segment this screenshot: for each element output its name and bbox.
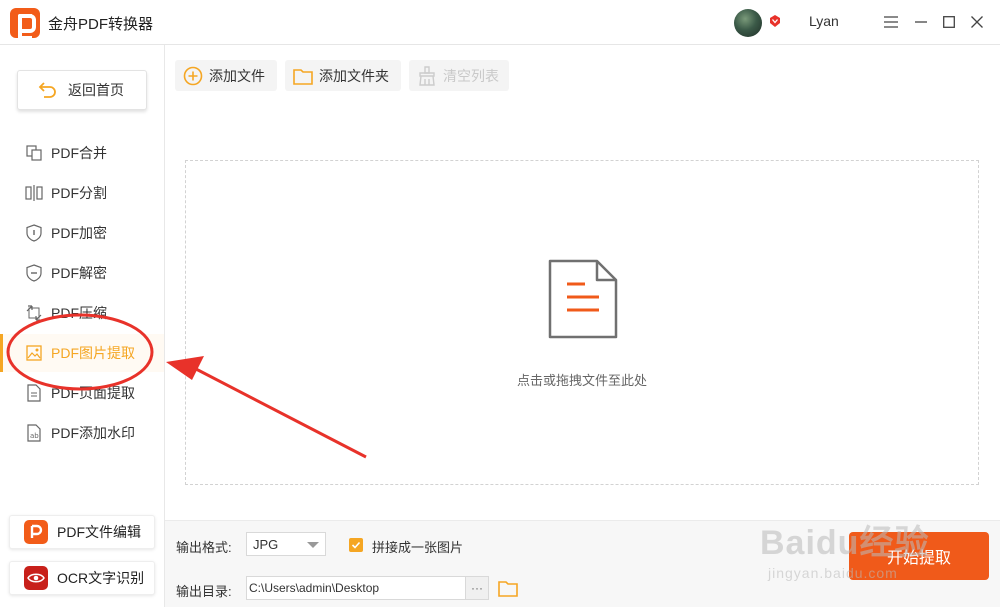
- shield-lock-icon: [25, 224, 43, 242]
- sidebar-item-label: PDF图片提取: [51, 345, 135, 361]
- start-extract-button[interactable]: 开始提取: [849, 532, 989, 580]
- app-title: 金舟PDF转换器: [48, 16, 154, 33]
- compress-icon: [25, 304, 43, 322]
- output-format-value: JPG: [253, 536, 279, 552]
- avatar[interactable]: [734, 9, 762, 37]
- back-home-label: 返回首页: [68, 82, 124, 98]
- sidebar-item-merge[interactable]: PDF合并: [0, 134, 164, 172]
- maximize-icon[interactable]: [938, 11, 960, 33]
- file-dropzone[interactable]: 点击或拖拽文件至此处: [185, 160, 979, 485]
- watermark-icon: ab: [25, 424, 43, 442]
- output-dir-label: 输出目录:: [176, 584, 232, 599]
- folder-icon: [293, 66, 313, 86]
- sidebar-item-encrypt[interactable]: PDF加密: [0, 214, 164, 252]
- sidebar-item-label: PDF解密: [51, 265, 107, 281]
- open-folder-icon[interactable]: [498, 578, 518, 598]
- broom-icon: [417, 65, 437, 86]
- dropzone-hint: 点击或拖拽文件至此处: [516, 373, 647, 388]
- sidebar-item-compress[interactable]: PDF压缩: [0, 294, 164, 332]
- sidebar-item-page-extract[interactable]: PDF页面提取: [0, 374, 164, 412]
- ocr-eye-icon: [24, 566, 48, 590]
- sidebar-item-label: PDF页面提取: [51, 385, 135, 401]
- sidebar-item-split[interactable]: PDF分割: [0, 174, 164, 212]
- sidebar-item-watermark[interactable]: ab PDF添加水印: [0, 414, 164, 452]
- sidebar-item-label: PDF添加水印: [51, 425, 135, 441]
- merge-icon: [25, 144, 43, 162]
- chevron-down-icon: [307, 542, 319, 548]
- pdf-edit-button[interactable]: PDF文件编辑: [9, 515, 155, 549]
- add-folder-button[interactable]: 添加文件夹: [285, 60, 401, 91]
- sidebar-item-label: PDF压缩: [51, 305, 107, 321]
- sidebar-item-image-extract[interactable]: PDF图片提取: [0, 334, 164, 372]
- app-logo-icon: [10, 8, 40, 40]
- split-icon: [25, 184, 43, 202]
- pdf-edit-label: PDF文件编辑: [57, 524, 141, 540]
- page-icon: [25, 384, 43, 402]
- add-folder-label: 添加文件夹: [319, 67, 389, 84]
- sidebar-item-decrypt[interactable]: PDF解密: [0, 254, 164, 292]
- add-circle-icon: [183, 66, 203, 86]
- browse-dir-button[interactable]: ···: [465, 576, 489, 600]
- ocr-label: OCR文字识别: [57, 570, 145, 586]
- sidebar-item-label: PDF分割: [51, 185, 107, 201]
- sidebar: 返回首页 PDF合并 PDF分割 PDF加密 PDF解密 PDF压缩 PDF图片…: [0, 45, 165, 607]
- title-bar: 金舟PDF转换器 Lyan: [0, 0, 1000, 45]
- sidebar-item-label: PDF加密: [51, 225, 107, 241]
- clear-list-label: 清空列表: [443, 67, 499, 84]
- output-format-label: 输出格式:: [176, 540, 232, 555]
- svg-text:ab: ab: [30, 432, 39, 440]
- pdf-edit-icon: [24, 520, 48, 544]
- output-dir-input[interactable]: C:\Users\admin\Desktop: [246, 576, 466, 600]
- vip-badge-icon[interactable]: [768, 14, 782, 28]
- minimize-icon[interactable]: [910, 11, 932, 33]
- image-icon: [25, 344, 43, 362]
- username[interactable]: Lyan: [809, 13, 839, 29]
- output-settings-bar: 输出格式: JPG 拼接成一张图片 输出目录: C:\Users\admin\D…: [165, 520, 1000, 607]
- sidebar-item-label: PDF合并: [51, 145, 107, 161]
- shield-unlock-icon: [25, 264, 43, 282]
- ocr-button[interactable]: OCR文字识别: [9, 561, 155, 595]
- output-format-select[interactable]: JPG: [246, 532, 326, 556]
- back-arrow-icon: [38, 82, 56, 98]
- add-file-button[interactable]: 添加文件: [175, 60, 277, 91]
- add-file-label: 添加文件: [209, 67, 265, 84]
- back-home-button[interactable]: 返回首页: [17, 70, 147, 110]
- menu-icon[interactable]: [880, 11, 902, 33]
- close-icon[interactable]: [966, 11, 988, 33]
- clear-list-button[interactable]: 清空列表: [409, 60, 509, 91]
- merge-images-label[interactable]: 拼接成一张图片: [372, 537, 463, 556]
- merge-images-checkbox[interactable]: [349, 538, 363, 552]
- checkmark-icon: [351, 541, 361, 549]
- document-icon: [548, 259, 618, 339]
